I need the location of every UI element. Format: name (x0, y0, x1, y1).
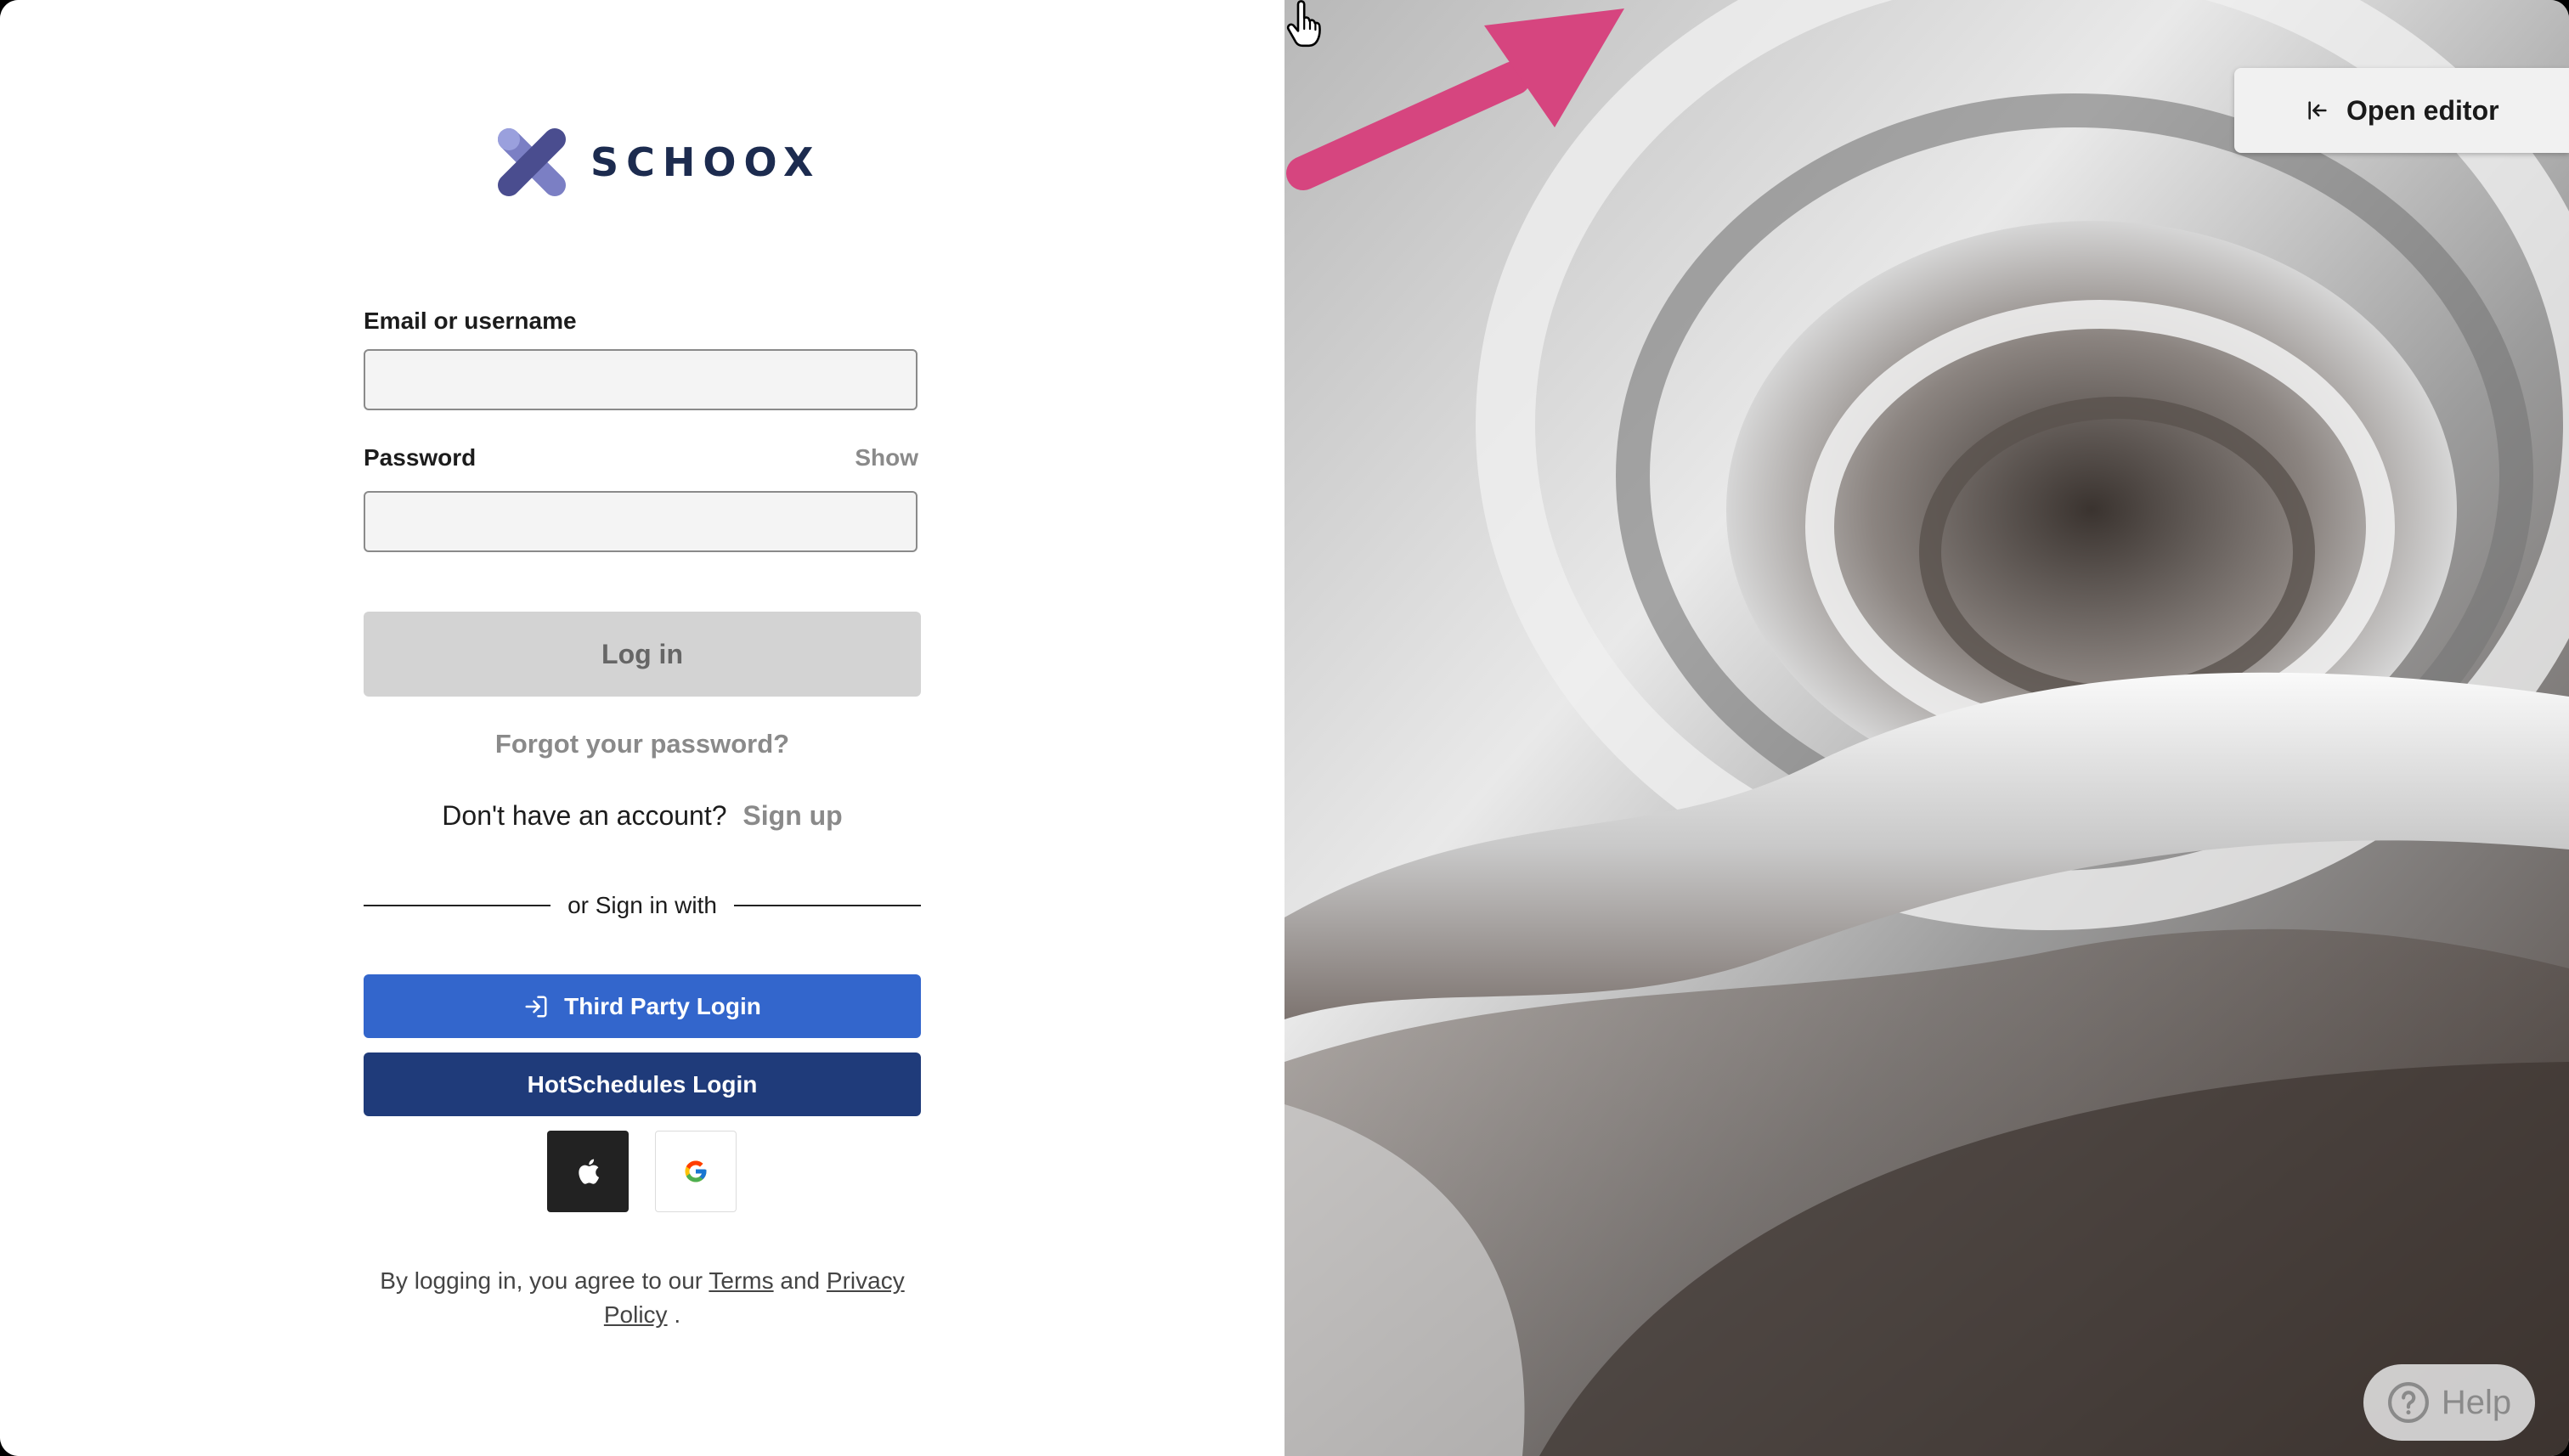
no-account-text: Don't have an account? (442, 800, 727, 831)
open-editor-button[interactable]: Open editor (2234, 68, 2569, 153)
signup-row: Don't have an account? Sign up (364, 800, 921, 832)
question-circle-icon (2387, 1381, 2430, 1424)
password-field[interactable] (364, 491, 918, 552)
legal-and: and (780, 1267, 821, 1294)
divider-text: or Sign in with (567, 892, 717, 918)
hero-image-panel: Open editor Help (1284, 0, 2569, 1456)
legal-notice: By logging in, you agree to our Terms an… (364, 1264, 921, 1332)
brand-wordmark: SCHOOX (590, 139, 822, 185)
legal-suffix: . (674, 1301, 681, 1328)
divider-line-left (364, 905, 551, 906)
help-button[interactable]: Help (2363, 1364, 2535, 1441)
metallic-swirl-image (1284, 0, 2569, 1456)
email-label: Email or username (364, 308, 577, 334)
hotschedules-login-label: HotSchedules Login (527, 1070, 758, 1098)
schoox-x-logo-icon (498, 128, 566, 196)
login-panel: SCHOOX Email or username Password Show L… (0, 0, 1284, 1456)
login-button[interactable]: Log in (364, 612, 921, 697)
app-window: SCHOOX Email or username Password Show L… (0, 0, 2569, 1456)
third-party-login-label: Third Party Login (564, 992, 761, 1019)
google-login-button[interactable] (655, 1131, 737, 1212)
login-arrow-icon (525, 996, 547, 1017)
hotschedules-login-button[interactable]: HotSchedules Login (364, 1052, 921, 1116)
password-label: Password (364, 444, 477, 471)
email-field[interactable] (364, 349, 918, 410)
forgot-password-link[interactable]: Forgot your password? (364, 729, 921, 759)
sign-in-divider: or Sign in with (364, 889, 921, 923)
apple-login-button[interactable] (547, 1131, 629, 1212)
google-icon (685, 1160, 707, 1182)
third-party-login-button[interactable]: Third Party Login (364, 974, 921, 1038)
divider-line-right (733, 905, 921, 906)
help-label: Help (2441, 1383, 2512, 1421)
terms-link[interactable]: Terms (709, 1267, 773, 1294)
legal-prefix: By logging in, you agree to our (380, 1267, 703, 1294)
show-password-toggle[interactable]: Show (855, 444, 918, 471)
open-editor-label: Open editor (2346, 94, 2499, 126)
annotation-arrow-icon (1286, 8, 1624, 190)
signup-link[interactable]: Sign up (742, 800, 842, 831)
apple-icon (579, 1159, 600, 1184)
hand-cursor-icon (1286, 0, 1321, 48)
brand-logo: SCHOOX (495, 123, 821, 201)
collapse-left-icon (2306, 99, 2329, 122)
